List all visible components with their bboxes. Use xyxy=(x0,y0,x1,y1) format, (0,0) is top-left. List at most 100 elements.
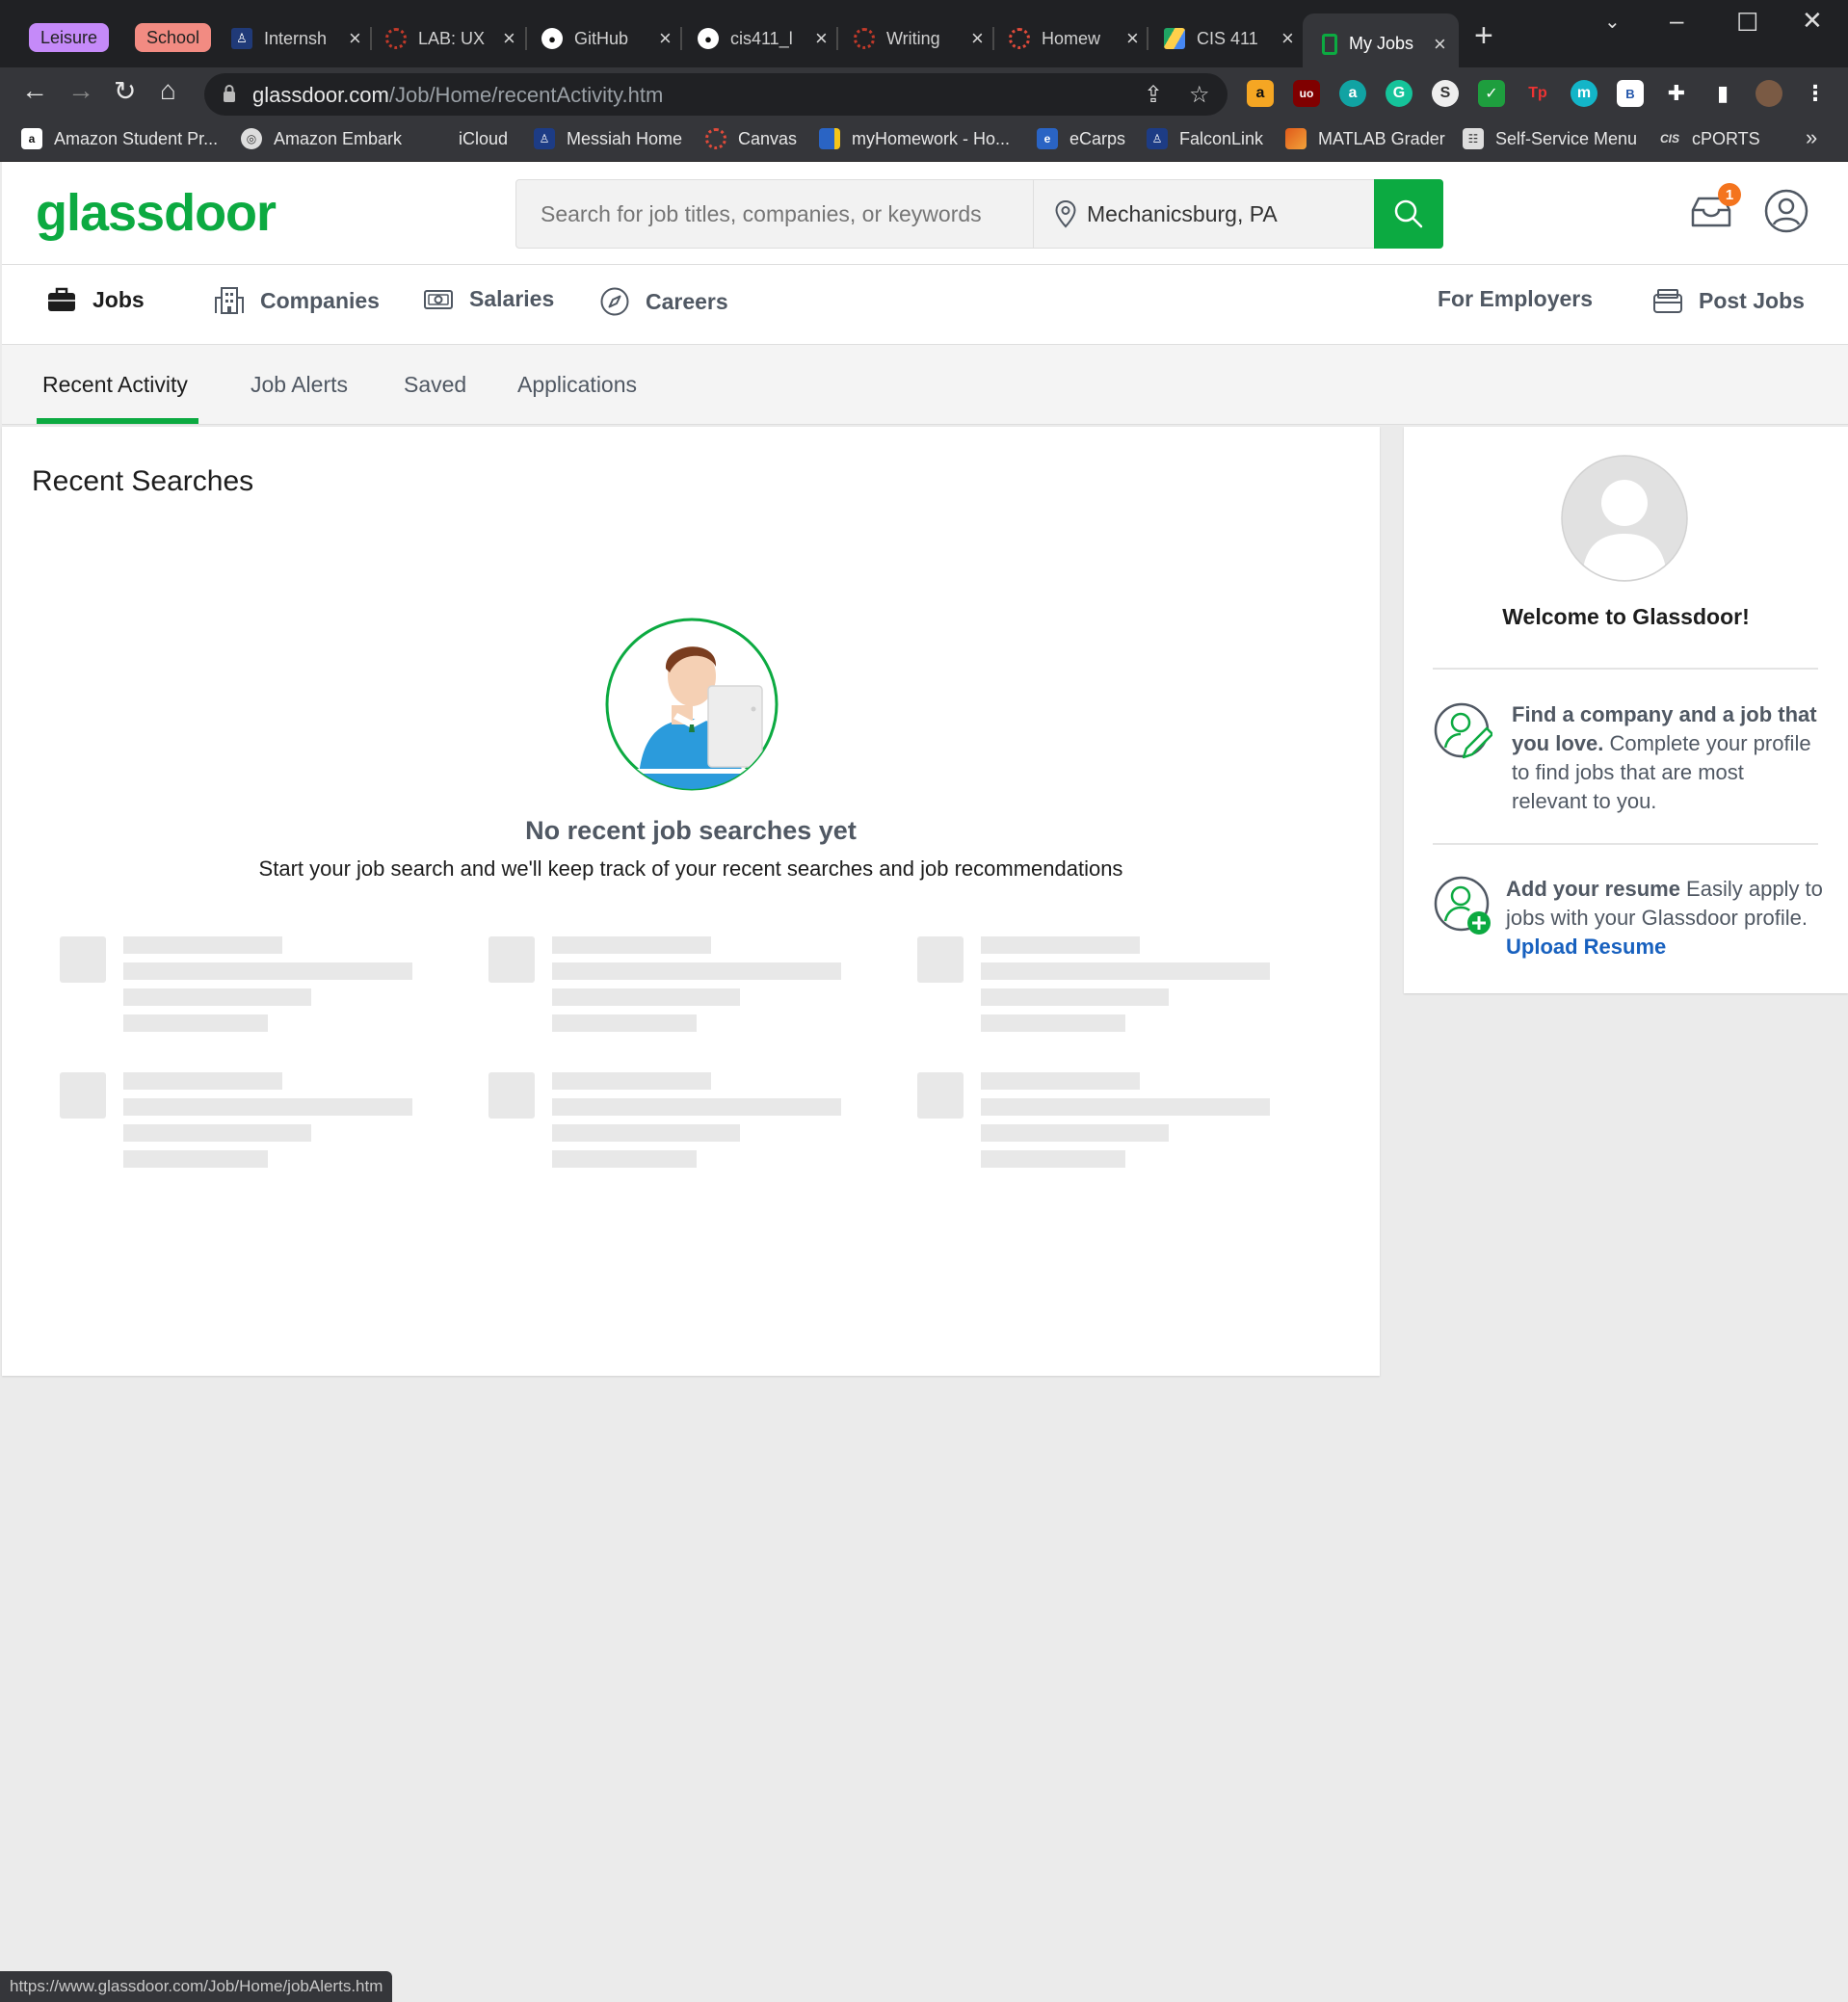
nav-careers[interactable]: Careers xyxy=(599,286,728,317)
self-service-icon: ☷ xyxy=(1463,128,1484,149)
close-tab-icon[interactable]: × xyxy=(1126,26,1139,51)
home-button[interactable]: ⌂ xyxy=(160,75,176,106)
tab-cis411-drive[interactable]: CIS 411 × xyxy=(1164,13,1294,64)
tab-writing[interactable]: Writing × xyxy=(854,13,984,64)
close-tab-icon[interactable]: × xyxy=(815,26,828,51)
tp-extension-icon[interactable]: Tp xyxy=(1524,80,1551,107)
tab-lab-ux[interactable]: LAB: UX × xyxy=(385,13,515,64)
tab-github[interactable]: ● GitHub × xyxy=(541,13,672,64)
keyword-search-input[interactable] xyxy=(516,180,1033,248)
add-resume-icon xyxy=(1434,876,1491,935)
m-extension-icon[interactable]: m xyxy=(1571,80,1597,107)
jobs-subtabs: Recent Activity Job Alerts Saved Applica… xyxy=(2,345,1848,425)
bookmark-falconlink[interactable]: ♙ FalconLink xyxy=(1147,128,1263,149)
tab-search-icon[interactable]: ⌄ xyxy=(1604,10,1621,34)
bookmark-amazon-student[interactable]: a Amazon Student Pr... xyxy=(21,128,218,149)
bookmark-self-service[interactable]: ☷ Self-Service Menu xyxy=(1463,128,1637,149)
grammarly-icon[interactable]: G xyxy=(1386,80,1412,107)
bookmark-matlab-grader[interactable]: MATLAB Grader xyxy=(1285,128,1445,149)
close-tab-icon[interactable]: × xyxy=(503,26,515,51)
tab-bar: Leisure School ♙ Internsh × LAB: UX × ● … xyxy=(0,0,1848,74)
ublock-icon[interactable]: uo xyxy=(1293,80,1320,107)
messiah-icon: ♙ xyxy=(1147,128,1168,149)
amazon-assistant-icon[interactable]: a xyxy=(1247,80,1274,107)
b-extension-icon[interactable]: B xyxy=(1617,80,1644,107)
job-search-bar xyxy=(515,179,1443,249)
recent-searches-card: Recent Searches No recent job searches y… xyxy=(2,427,1380,1376)
drive-icon xyxy=(1164,28,1185,49)
s-extension-icon[interactable]: S xyxy=(1432,80,1459,107)
more-bookmarks-button[interactable]: » xyxy=(1806,125,1817,150)
browser-menu-icon[interactable]: ⋮ xyxy=(1802,80,1829,107)
welcome-heading: Welcome to Glassdoor! xyxy=(1502,604,1750,629)
search-icon xyxy=(1394,199,1423,228)
new-tab-button[interactable]: + xyxy=(1474,17,1493,55)
bookmark-canvas[interactable]: Canvas xyxy=(705,128,797,149)
tab-homework[interactable]: Homew × xyxy=(1009,13,1139,64)
profile-avatar[interactable] xyxy=(1756,80,1782,107)
nav-label: For Employers xyxy=(1438,286,1594,311)
nav-for-employers[interactable]: For Employers xyxy=(1438,286,1593,312)
close-tab-icon[interactable]: × xyxy=(971,26,984,51)
bookmark-star-icon[interactable]: ☆ xyxy=(1189,81,1210,109)
tab-saved[interactable]: Saved xyxy=(404,345,466,425)
building-icon xyxy=(215,287,244,314)
skeleton-card xyxy=(917,1072,1303,1169)
github-icon: ● xyxy=(698,28,719,49)
nav-salaries[interactable]: Salaries xyxy=(423,286,554,312)
nav-label: Jobs xyxy=(92,286,145,312)
search-button[interactable] xyxy=(1374,179,1443,249)
tab-applications[interactable]: Applications xyxy=(517,345,637,425)
location-pin-icon xyxy=(1055,199,1076,228)
close-tab-icon[interactable]: × xyxy=(1281,26,1294,51)
bookmark-cports[interactable]: CIS cPORTS xyxy=(1659,128,1760,149)
close-tab-icon[interactable]: × xyxy=(349,26,361,51)
close-window-button[interactable]: ✕ xyxy=(1802,6,1823,36)
amazon-smile-icon[interactable]: a xyxy=(1339,80,1366,107)
side-panel-icon[interactable]: ▮ xyxy=(1709,80,1736,107)
location-input[interactable] xyxy=(1085,180,1374,248)
tab-my-jobs[interactable]: My Jobs × xyxy=(1303,13,1459,74)
tab-title: Internsh xyxy=(264,28,328,48)
tab-title: My Jobs xyxy=(1349,34,1414,53)
tab-group-school[interactable]: School xyxy=(135,23,212,52)
bookmark-icloud[interactable]: iCloud xyxy=(426,128,508,149)
upload-resume-link[interactable]: Upload Resume xyxy=(1506,935,1666,959)
tab-group-leisure[interactable]: Leisure xyxy=(29,23,110,52)
back-button[interactable]: ← xyxy=(21,75,48,106)
bookmark-amazon-embark[interactable]: ◎ Amazon Embark xyxy=(241,128,402,149)
nav-post-jobs[interactable]: Post Jobs xyxy=(1652,286,1805,315)
nav-companies[interactable]: Companies xyxy=(214,286,380,315)
minimize-button[interactable]: – xyxy=(1670,6,1683,36)
empty-state-title: No recent job searches yet xyxy=(525,816,857,845)
close-tab-icon[interactable]: × xyxy=(659,26,672,51)
bookmark-messiah-home[interactable]: ♙ Messiah Home xyxy=(534,128,682,149)
tab-title: LAB: UX xyxy=(418,28,486,48)
tab-cis411-github[interactable]: ● cis411_l × xyxy=(698,13,828,64)
tab-internship[interactable]: ♙ Internsh × xyxy=(231,13,361,64)
address-bar[interactable]: glassdoor.com/Job/Home/recentActivity.ht… xyxy=(204,73,1228,116)
tab-job-alerts[interactable]: Job Alerts xyxy=(251,345,348,425)
puzzle-extensions-icon[interactable]: ✚ xyxy=(1663,80,1690,107)
account-icon[interactable] xyxy=(1763,188,1809,234)
tab-title: GitHub xyxy=(574,28,629,48)
site-header: glassdoor 1 xyxy=(2,162,1848,265)
share-icon[interactable]: ⇪ xyxy=(1144,81,1163,109)
forward-button[interactable]: → xyxy=(67,75,94,106)
checkmark-extension-icon[interactable]: ✓ xyxy=(1478,80,1505,107)
reload-button[interactable]: ↻ xyxy=(114,75,136,107)
glassdoor-page: glassdoor 1 xyxy=(2,162,1848,2002)
browser-toolbar: ← → ↻ ⌂ glassdoor.com/Job/Home/recentAct… xyxy=(0,67,1848,119)
bookmark-myhomework[interactable]: myHomework - Ho... xyxy=(819,128,1010,149)
nav-label: Companies xyxy=(260,287,380,313)
close-tab-icon[interactable]: × xyxy=(1434,32,1446,57)
maximize-button[interactable]: ☐ xyxy=(1736,8,1758,38)
tab-recent-activity[interactable]: Recent Activity xyxy=(42,345,188,425)
ecarps-icon: e xyxy=(1037,128,1058,149)
nav-label: Post Jobs xyxy=(1699,287,1805,313)
bookmark-ecarps[interactable]: e eCarps xyxy=(1037,128,1125,149)
nav-label: Careers xyxy=(646,288,728,314)
glassdoor-logo[interactable]: glassdoor xyxy=(36,183,277,243)
nav-jobs[interactable]: Jobs xyxy=(46,286,145,313)
person-icon: ♙ xyxy=(231,28,252,49)
